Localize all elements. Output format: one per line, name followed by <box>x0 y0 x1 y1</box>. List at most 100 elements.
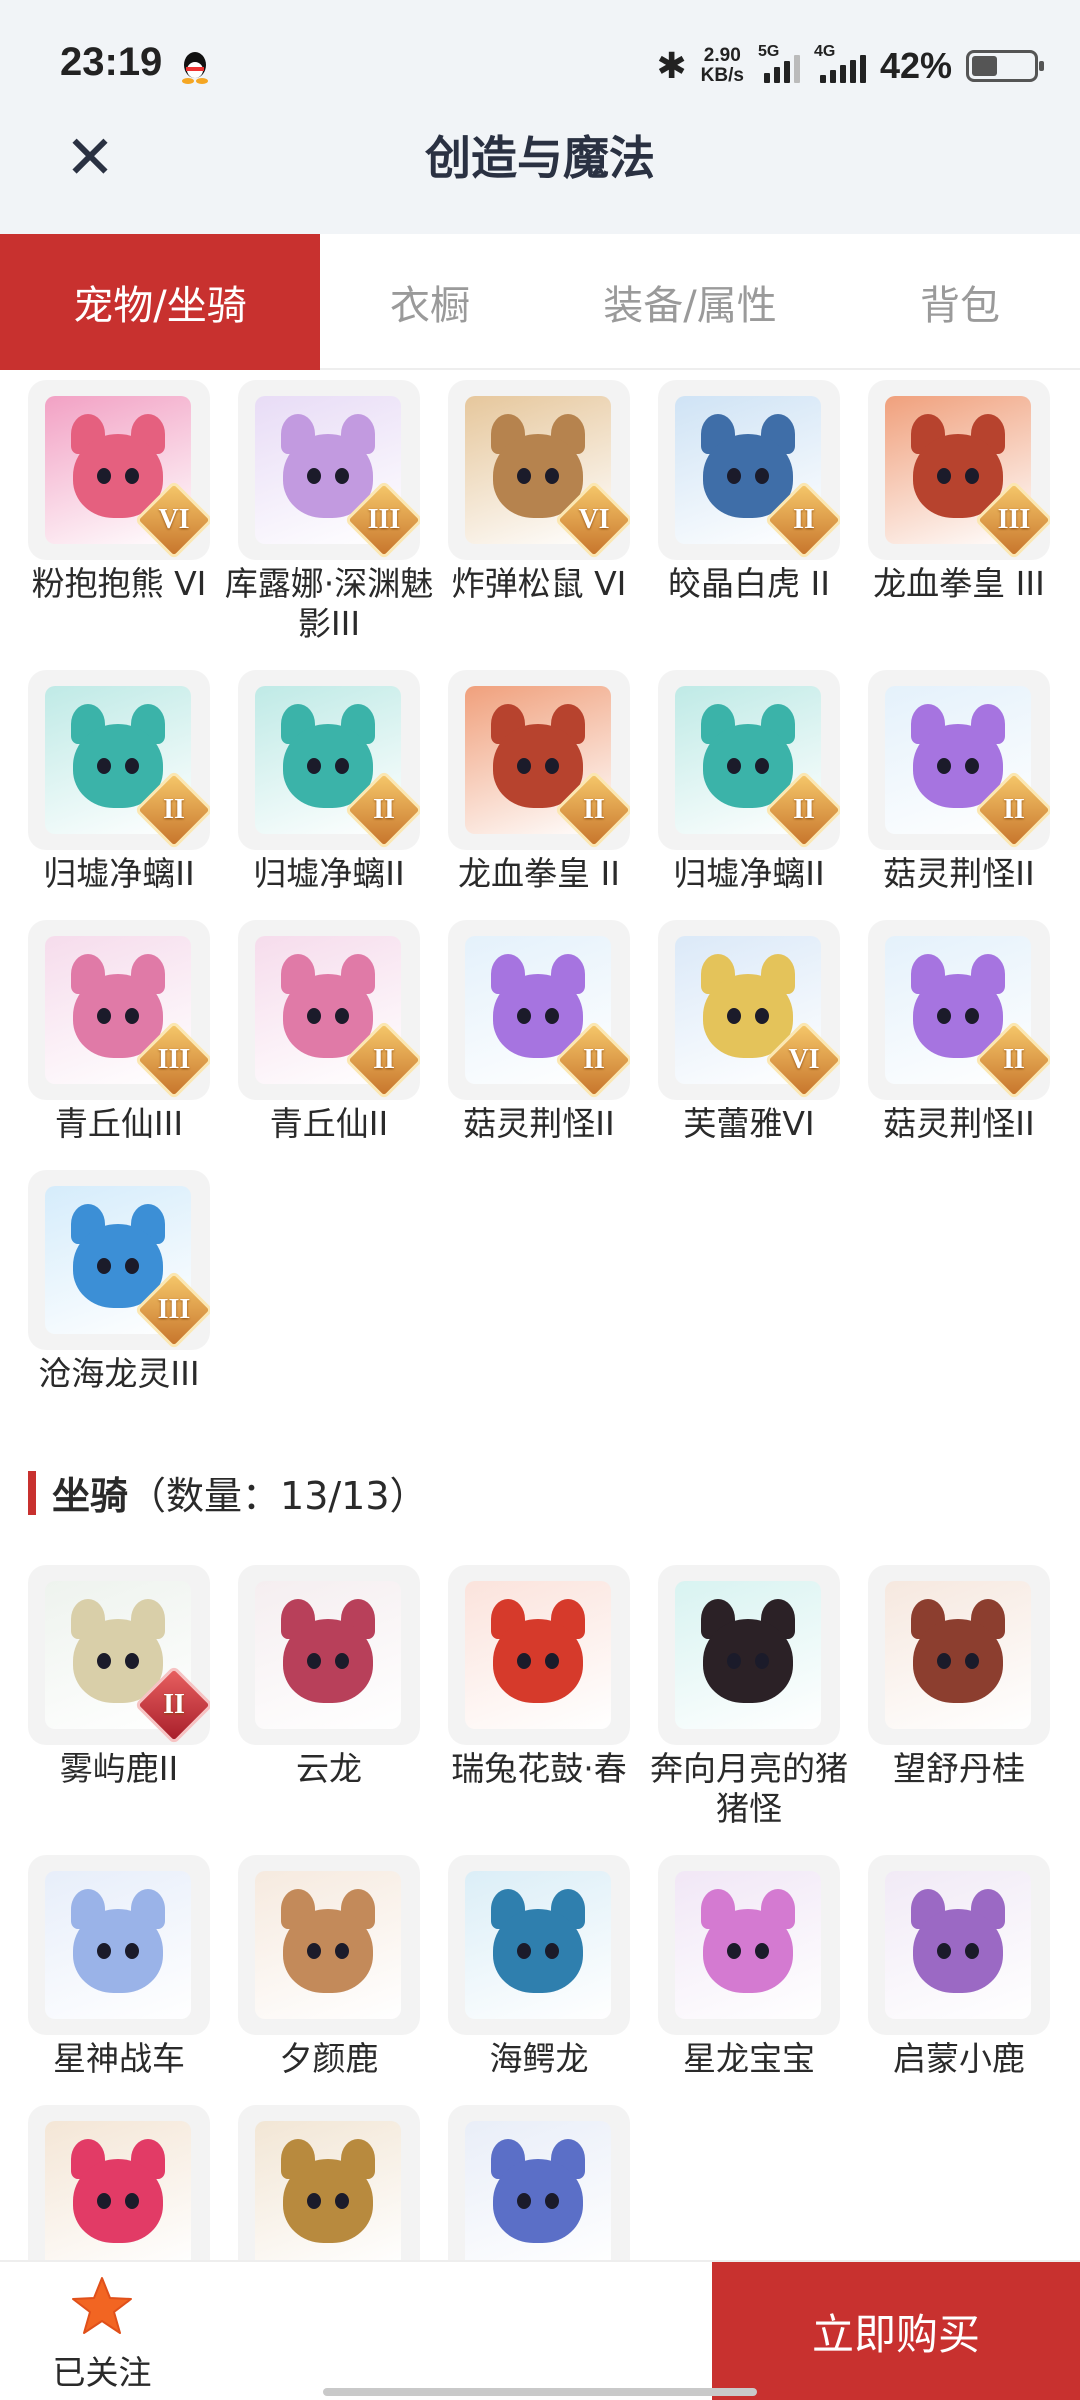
item-name: 奔向月亮的猪猪怪 <box>650 1749 848 1828</box>
item-name: 云龙 <box>296 1749 362 1788</box>
battery-fill <box>972 56 998 76</box>
section-accent-bar <box>28 1470 36 1515</box>
rank-badge-label: II <box>373 1044 395 1075</box>
item-thumbnail: II <box>28 1565 210 1745</box>
bluetooth-icon: ✱ <box>656 45 687 87</box>
content-scroll[interactable]: VI 粉抱抱熊 VI III 库露娜·深渊魅影III VI 炸弹松鼠 VI II 皎晶白虎 I… <box>0 370 1080 2260</box>
item-name: 菇灵荆怪II <box>883 854 1035 893</box>
status-bar: 23:19 ✱ 2.90 KB/s 5G 4G 42% <box>0 0 1080 130</box>
item-thumbnail <box>28 2105 210 2260</box>
item-artwork <box>255 1581 401 1729</box>
rank-badge-label: II <box>793 504 815 535</box>
home-indicator[interactable] <box>323 2388 757 2396</box>
mount-grid: II 雾屿鹿II 云龙 瑞兔花鼓·春 奔向月亮的猪猪怪 望舒丹桂 星神战车 夕颜鹿 海鳄龙 星龙宝… <box>28 1565 1058 2260</box>
item-name: 青丘仙II <box>269 1104 389 1143</box>
item-artwork <box>885 1871 1031 2019</box>
rank-badge-label: III <box>157 1044 191 1075</box>
item-thumbnail: II <box>868 670 1050 850</box>
rank-badge-label: II <box>163 1689 185 1720</box>
item-thumbnail: II <box>238 670 420 850</box>
qq-icon <box>182 52 208 84</box>
net-speed: 2.90 KB/s <box>701 46 744 86</box>
item-thumbnail <box>868 1855 1050 2035</box>
item-name: 星龙宝宝 <box>683 2039 815 2078</box>
status-icons: ✱ 2.90 KB/s 5G 4G 42% <box>656 38 1044 94</box>
net-speed-unit: KB/s <box>700 65 744 86</box>
sim1-label: 5G <box>757 43 780 60</box>
item-name: 归墟净螭II <box>43 854 195 893</box>
item-thumbnail: II <box>448 920 630 1100</box>
net-speed-value: 2.90 <box>703 45 741 66</box>
item-artwork <box>675 1871 821 2019</box>
rank-badge-label: II <box>583 794 605 825</box>
tab-backpack[interactable]: 背包 <box>840 234 1080 370</box>
item-artwork <box>885 1581 1031 1729</box>
mounts-section-header: 坐骑 （数量：13/13） <box>28 1465 428 1520</box>
item-thumbnail: II <box>868 920 1050 1100</box>
rank-badge-label: III <box>367 504 401 535</box>
item-artwork <box>255 2121 401 2260</box>
mounts-section-title: 坐骑 <box>52 1474 129 1518</box>
rank-badge-label: II <box>583 1044 605 1075</box>
buy-now-button[interactable]: 立即购买 <box>712 2262 1080 2400</box>
item-thumbnail: VI <box>658 920 840 1100</box>
item-thumbnail: VI <box>28 380 210 560</box>
item-name: 夕颜鹿 <box>279 2039 379 2078</box>
battery-percent: 42% <box>879 45 952 86</box>
item-name: 海鳄龙 <box>489 2039 589 2078</box>
item-name: 沧海龙灵III <box>38 1354 200 1393</box>
mounts-section-count: （数量：13/13） <box>128 1474 428 1518</box>
rank-badge-label: VI <box>578 504 610 535</box>
rank-badge-label: II <box>373 794 395 825</box>
tab-wardrobe[interactable]: 衣橱 <box>320 234 540 370</box>
item-name: 启蒙小鹿 <box>893 2039 1025 2078</box>
item-thumbnail <box>448 1855 630 2035</box>
rank-badge-label: II <box>1003 794 1025 825</box>
item-thumbnail: III <box>238 380 420 560</box>
follow-button[interactable]: 已关注 <box>30 2268 180 2398</box>
sim2-label: 4G <box>813 43 836 60</box>
item-name: 瑞兔花鼓·春 <box>451 1749 627 1788</box>
item-thumbnail: III <box>28 1170 210 1350</box>
tab-pets-mounts[interactable]: 宠物/坐骑 <box>0 234 320 370</box>
item-artwork <box>465 1581 611 1729</box>
item-artwork <box>45 1871 191 2019</box>
tab-bar: 宠物/坐骑 衣橱 装备/属性 背包 <box>0 234 1080 370</box>
item-name: 库露娜·深渊魅影III <box>224 564 434 643</box>
rank-badge-label: II <box>1003 1044 1025 1075</box>
item-thumbnail: VI <box>448 380 630 560</box>
item-thumbnail: II <box>238 920 420 1100</box>
item-thumbnail <box>238 1565 420 1745</box>
item-name: 龙血拳皇 II <box>458 854 620 893</box>
item-name: 菇灵荆怪II <box>463 1104 615 1143</box>
rank-badge-label: II <box>793 794 815 825</box>
item-thumbnail <box>448 1565 630 1745</box>
signal-5g-icon: 5G <box>758 43 800 83</box>
item-name: 皎晶白虎 II <box>668 564 830 603</box>
rank-badge-label: VI <box>788 1044 820 1075</box>
item-name: 龙血拳皇 III <box>873 564 1045 603</box>
item-name: 望舒丹桂 <box>893 1749 1025 1788</box>
rank-badge-label: VI <box>158 504 190 535</box>
item-thumbnail: II <box>448 670 630 850</box>
item-name: 雾屿鹿II <box>59 1749 179 1788</box>
item-artwork <box>465 1871 611 2019</box>
item-name: 归墟净螭II <box>673 854 825 893</box>
item-thumbnail <box>658 1565 840 1745</box>
item-thumbnail: III <box>28 920 210 1100</box>
star-icon <box>72 2277 132 2334</box>
pet-grid: VI 粉抱抱熊 VI III 库露娜·深渊魅影III VI 炸弹松鼠 VI II 皎晶白虎 I… <box>28 380 1058 1410</box>
item-thumbnail <box>658 1855 840 2035</box>
item-artwork <box>465 2121 611 2260</box>
tab-equipment[interactable]: 装备/属性 <box>540 234 840 370</box>
rank-badge-label: II <box>163 794 185 825</box>
item-thumbnail <box>28 1855 210 2035</box>
item-thumbnail: II <box>28 670 210 850</box>
item-thumbnail <box>238 1855 420 2035</box>
item-name: 菇灵荆怪II <box>883 1104 1035 1143</box>
item-thumbnail <box>448 2105 630 2260</box>
item-name: 炸弹松鼠 VI <box>451 564 627 603</box>
item-thumbnail: II <box>658 670 840 850</box>
item-thumbnail: III <box>868 380 1050 560</box>
item-name: 归墟净螭II <box>253 854 405 893</box>
